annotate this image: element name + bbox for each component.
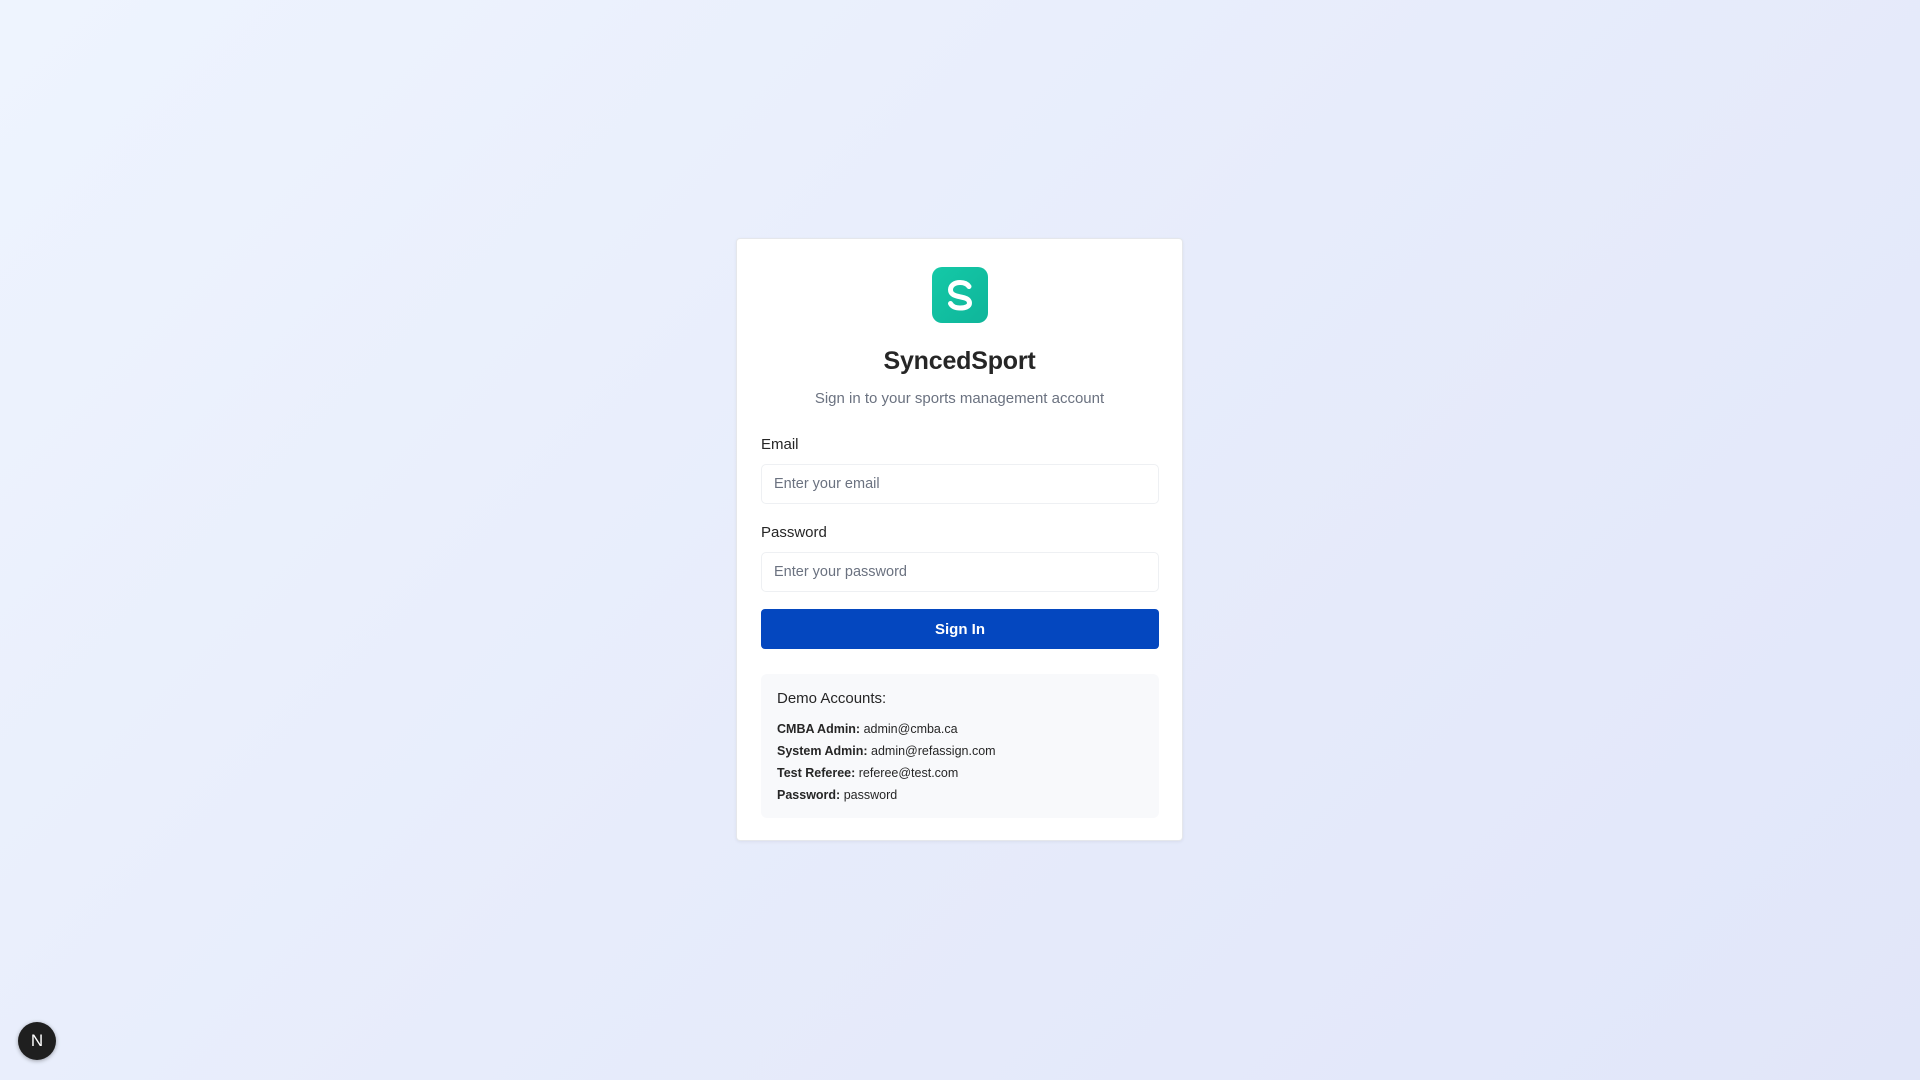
- app-subtitle: Sign in to your sports management accoun…: [814, 390, 1105, 407]
- demo-account-value: password: [843, 788, 898, 802]
- password-label: Password: [761, 524, 827, 541]
- sign-in-button[interactable]: Sign In: [761, 609, 1159, 649]
- email-input[interactable]: [761, 464, 1159, 504]
- logo-s-glyph: [948, 280, 972, 311]
- demo-account-label: Password:: [777, 788, 841, 802]
- email-label: Email: [761, 436, 799, 453]
- demo-accounts-panel: Demo Accounts: CMBA Admin: admin@cmba.ca…: [761, 674, 1159, 818]
- nextjs-icon: N: [30, 1031, 44, 1050]
- demo-account-value: referee@test.com: [858, 766, 959, 780]
- app-logo-icon: [932, 267, 988, 323]
- demo-account-label: CMBA Admin:: [777, 722, 861, 736]
- password-input[interactable]: [761, 552, 1159, 592]
- demo-account-row: CMBA Admin: admin@cmba.ca: [777, 718, 1143, 740]
- demo-account-row: System Admin: admin@refassign.com: [777, 740, 1143, 762]
- demo-account-row: Password: password: [777, 784, 1143, 806]
- login-card: SyncedSport Sign in to your sports manag…: [736, 238, 1183, 841]
- demo-account-value: admin@cmba.ca: [863, 722, 958, 736]
- nextjs-dev-tools-button[interactable]: N: [18, 1022, 56, 1060]
- demo-account-row: Test Referee: referee@test.com: [777, 762, 1143, 784]
- demo-accounts-title: Demo Accounts:: [777, 690, 887, 707]
- demo-account-label: Test Referee:: [777, 766, 856, 780]
- demo-account-value: admin@refassign.com: [871, 744, 996, 758]
- app-title: SyncedSport: [883, 347, 1036, 375]
- demo-account-label: System Admin:: [777, 744, 868, 758]
